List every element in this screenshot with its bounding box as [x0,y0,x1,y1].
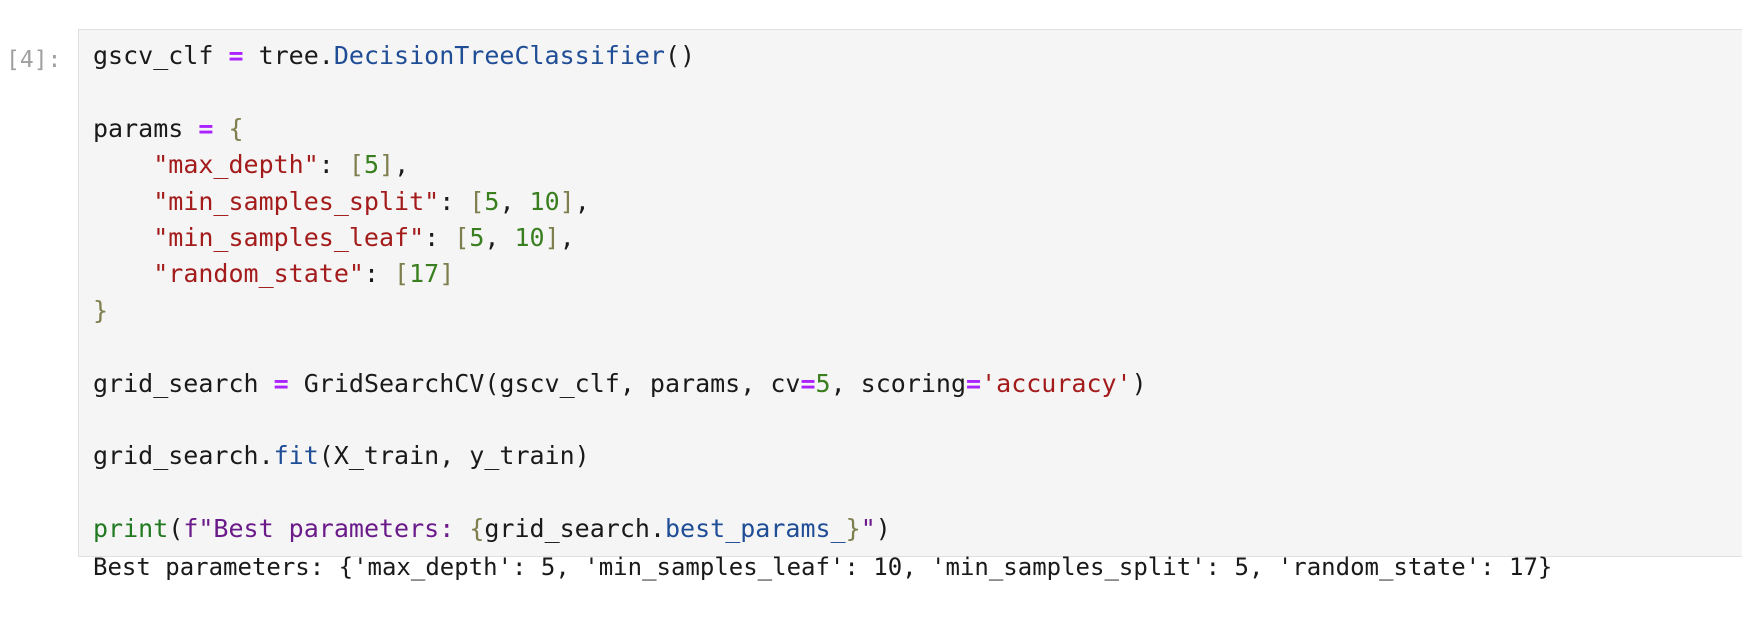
code-token: = [198,113,214,143]
code-token: ] [379,150,395,180]
code-token: : [439,186,470,216]
code-token: : [424,223,455,253]
code-token: 5 [469,223,485,253]
code-token: , [499,186,530,216]
code-token: = [273,368,289,398]
code-token: = [966,368,982,398]
code-token: ) [875,514,891,544]
code-line: params = { [93,111,1147,147]
code-line: grid_search = GridSearchCV(gscv_clf, par… [93,366,1147,402]
code-token: [ [454,223,470,253]
code-line: gscv_clf = tree.DecisionTreeClassifier() [93,38,1147,74]
code-token: : [363,259,395,289]
code-token: grid_search. [484,514,665,544]
code-token: , [574,186,590,216]
execution-count-prompt: [4]: [6,47,62,73]
code-token: print [93,514,169,544]
code-token: } [93,295,109,325]
code-token: ( [168,514,184,544]
code-line: ​ [93,402,1147,438]
code-token: [ [348,150,364,180]
code-line: } [93,293,1147,329]
code-line: "min_samples_split": [5, 10], [93,184,1147,220]
code-token: () [664,41,696,70]
code-token: 5 [815,368,831,398]
code-token: = [800,368,816,398]
code-token: ) [1131,368,1147,398]
code-line: ​ [93,329,1147,365]
code-token: 5 [363,150,380,180]
code-token: "max_depth" [153,150,319,180]
code-token: 5 [484,186,500,216]
code-token: ] [439,259,455,289]
code-line: "max_depth": [5], [93,147,1147,183]
code-token: DecisionTreeClassifier [333,41,665,70]
code-token: f"Best parameters: [183,514,470,544]
code-editor[interactable]: gscv_clf = tree.DecisionTreeClassifier()… [78,29,1742,557]
code-line: ​ [93,475,1147,511]
code-token: [ [394,259,410,289]
code-token: best_params_ [665,514,846,544]
code-token: params [93,113,199,143]
code-line: "random_state": [17] [93,256,1147,292]
code-token: gscv_clf [93,41,229,70]
code-text[interactable]: gscv_clf = tree.DecisionTreeClassifier()… [93,38,1147,548]
code-token: = [228,41,244,70]
code-line: grid_search.fit(X_train, y_train) [93,438,1147,474]
code-token: 10 [514,223,545,253]
code-token: 17 [409,259,440,289]
code-token: "min_samples_leaf" [153,223,425,253]
code-line: print(f"Best parameters: {grid_search.be… [93,511,1147,547]
code-token: " [860,514,876,544]
code-token: GridSearchCV(gscv_clf, params, cv [288,368,801,398]
code-token: 'accuracy' [981,368,1132,398]
code-token: , [484,223,515,253]
code-token: "random_state" [153,259,364,289]
code-token: tree. [243,41,334,70]
code-token: [ [469,186,485,216]
code-token: { [469,514,485,544]
cell-output-text: Best parameters: {'max_depth': 5, 'min_s… [93,553,1553,581]
code-token: "min_samples_split" [153,186,440,216]
code-token: grid_search. [93,441,274,471]
code-token: : [318,150,349,180]
code-token: 10 [529,186,560,216]
code-token: } [845,514,861,544]
code-token: fit [273,441,319,471]
code-token: ] [559,186,575,216]
code-token: , [394,150,410,180]
code-token: grid_search [93,368,274,398]
code-token: , [559,223,575,253]
code-token: { [228,113,244,143]
code-token: , scoring [830,368,967,398]
code-line: "min_samples_leaf": [5, 10], [93,220,1147,256]
code-token: (X_train, y_train) [318,441,590,471]
code-token: ] [544,223,560,253]
code-line: ​ [93,74,1147,110]
